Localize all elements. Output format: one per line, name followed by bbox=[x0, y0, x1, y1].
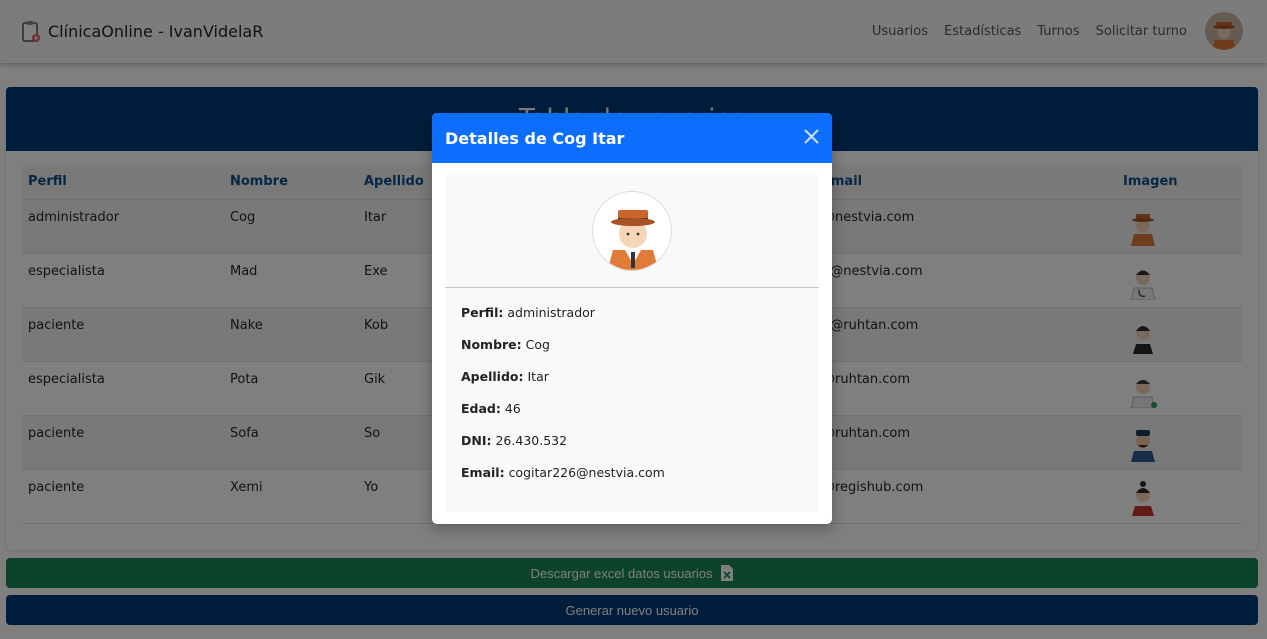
detail-perfil-value: administrador bbox=[507, 305, 595, 320]
detail-edad: Edad: 46 bbox=[461, 401, 665, 433]
detail-nombre: Nombre: Cog bbox=[461, 337, 665, 369]
detail-perfil-label: Perfil: bbox=[461, 305, 504, 320]
close-icon[interactable] bbox=[803, 128, 820, 145]
detail-dni-value: 26.430.532 bbox=[495, 433, 568, 448]
detail-nombre-label: Nombre: bbox=[461, 337, 522, 352]
detail-apellido-value: Itar bbox=[527, 369, 549, 384]
detail-dni-label: DNI: bbox=[461, 433, 492, 448]
modal-header: Detalles de Cog Itar bbox=[432, 113, 832, 163]
detail-email-value: cogitar226@nestvia.com bbox=[508, 465, 665, 480]
detail-apellido-label: Apellido: bbox=[461, 369, 524, 384]
divider bbox=[445, 287, 819, 288]
modal-body: Perfil: administrador Nombre: Cog Apelli… bbox=[445, 175, 819, 512]
detective-avatar-icon bbox=[593, 192, 671, 270]
detail-avatar bbox=[592, 191, 672, 271]
modal-title: Detalles de Cog Itar bbox=[445, 128, 625, 148]
detail-email-label: Email: bbox=[461, 465, 505, 480]
detail-perfil: Perfil: administrador bbox=[461, 305, 665, 337]
detail-nombre-value: Cog bbox=[525, 337, 550, 352]
detail-edad-value: 46 bbox=[504, 401, 521, 416]
detail-email: Email: cogitar226@nestvia.com bbox=[461, 465, 665, 497]
detail-apellido: Apellido: Itar bbox=[461, 369, 665, 401]
user-details-modal: Detalles de Cog Itar Perfil: administrad… bbox=[432, 113, 832, 524]
detail-dni: DNI: 26.430.532 bbox=[461, 433, 665, 465]
detail-edad-label: Edad: bbox=[461, 401, 501, 416]
detail-list: Perfil: administrador Nombre: Cog Apelli… bbox=[461, 305, 665, 497]
